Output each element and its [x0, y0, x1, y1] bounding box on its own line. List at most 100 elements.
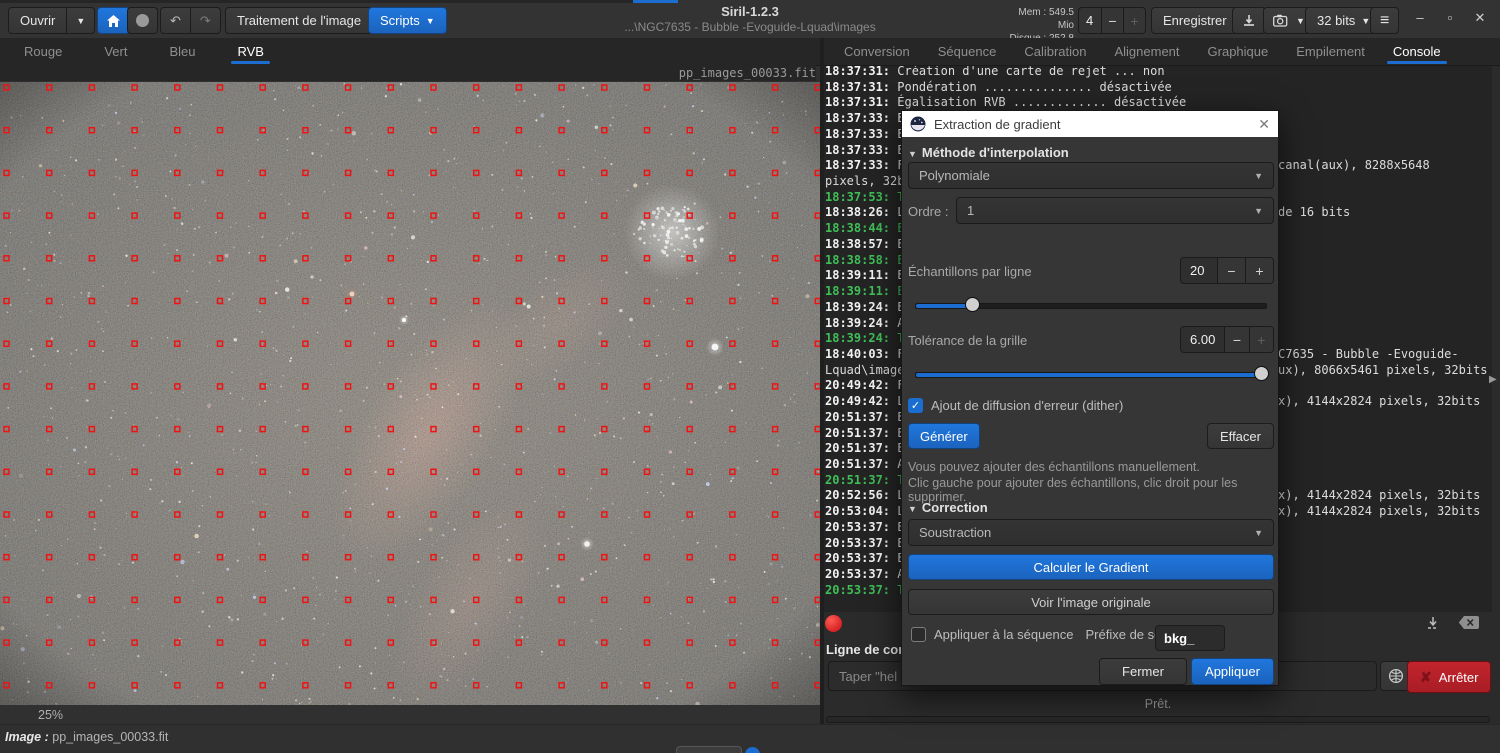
- minimize-button[interactable]: –: [1405, 10, 1435, 26]
- dither-label: Ajout de diffusion d'erreur (dither): [931, 398, 1123, 413]
- tab-calibration[interactable]: Calibration: [1014, 38, 1096, 65]
- tolerance-stepper[interactable]: 6.00 − +: [1180, 326, 1274, 353]
- prefix-input[interactable]: [1155, 625, 1225, 651]
- tab-séquence[interactable]: Séquence: [928, 38, 1007, 65]
- status-led-icon: [825, 615, 842, 632]
- threads-minus-button[interactable]: −: [1101, 8, 1123, 33]
- dither-row[interactable]: ✓ Ajout de diffusion d'erreur (dither): [908, 398, 1123, 413]
- dialog-close-icon[interactable]: ✕: [1258, 116, 1270, 133]
- interpolation-section-header[interactable]: ▼Méthode d'interpolation: [908, 145, 1069, 160]
- console-line-fragment: C7635 - Bubble -Evoguide-: [1278, 346, 1459, 362]
- open-button[interactable]: Ouvrir: [8, 7, 67, 34]
- apply-sequence-row[interactable]: Appliquer à la séquence Préfixe de sorti…: [911, 627, 1187, 642]
- image-status: Image : pp_images_00033.fit: [5, 730, 168, 744]
- record-button[interactable]: [127, 7, 158, 34]
- chevron-down-icon: ▼: [1296, 16, 1305, 26]
- chevron-down-icon: ▼: [76, 16, 85, 26]
- stop-x-icon: ✘: [1420, 669, 1432, 686]
- tab-empilement[interactable]: Empilement: [1286, 38, 1375, 65]
- console-line-fragment: x), 4144x2824 pixels, 32bits: [1278, 487, 1480, 503]
- dialog-apply-button[interactable]: Appliquer: [1191, 658, 1274, 685]
- apply-sequence-label: Appliquer à la séquence: [934, 627, 1074, 642]
- threads-plus-button[interactable]: +: [1123, 8, 1145, 33]
- correction-dropdown[interactable]: Soustraction▼: [908, 519, 1274, 546]
- save-button[interactable]: Enregistrer: [1151, 7, 1239, 34]
- apply-sequence-checkbox[interactable]: [911, 627, 926, 642]
- redo-button[interactable]: ↷: [191, 7, 221, 34]
- tab-rvb[interactable]: RVB: [227, 38, 274, 65]
- samples-minus-button[interactable]: −: [1217, 258, 1245, 283]
- samples-plus-button[interactable]: +: [1245, 258, 1273, 283]
- tab-alignement[interactable]: Alignement: [1104, 38, 1189, 65]
- samples-slider-fill: [916, 304, 972, 308]
- image-canvas[interactable]: [0, 82, 820, 705]
- samples-slider[interactable]: [915, 303, 1267, 309]
- clear-samples-button[interactable]: Effacer: [1207, 423, 1274, 449]
- maximize-button[interactable]: ▫: [1435, 10, 1465, 26]
- starfield-image: [0, 82, 820, 705]
- dialog-titlebar[interactable]: Extraction de gradient ✕: [902, 111, 1278, 137]
- console-line: 18:37:31: Égalisation RVB ............. …: [825, 94, 1491, 110]
- generate-button[interactable]: Générer: [908, 423, 980, 449]
- console-line: 18:37:31: Création d'une carte de rejet …: [825, 66, 1491, 79]
- camera-icon: [1273, 14, 1290, 27]
- hamburger-icon: ≡: [1380, 12, 1389, 30]
- expander-triangle-icon: ▼: [908, 504, 917, 514]
- samples-value: 20: [1181, 258, 1217, 283]
- tab-console[interactable]: Console: [1383, 38, 1451, 65]
- tab-bleu[interactable]: Bleu: [159, 38, 205, 65]
- order-label: Ordre :: [908, 204, 948, 219]
- bottom-partial-widget[interactable]: [676, 746, 742, 753]
- ready-status: Prêt.: [824, 697, 1492, 711]
- dialog-title: Extraction de gradient: [934, 117, 1258, 132]
- tolerance-plus-button[interactable]: +: [1249, 327, 1273, 352]
- tolerance-value: 6.00: [1181, 327, 1224, 352]
- download-icon: [1242, 14, 1256, 28]
- undo-button[interactable]: ↶: [160, 7, 191, 34]
- console-line-fragment: de 16 bits: [1278, 204, 1350, 220]
- order-dropdown[interactable]: 1▼: [956, 197, 1274, 224]
- tolerance-label: Tolérance de la grille: [908, 333, 1027, 348]
- interpolation-dropdown[interactable]: Polynomiale▼: [908, 162, 1274, 189]
- channel-tabbar: Rouge Vert Bleu RVB: [0, 38, 820, 66]
- samples-stepper[interactable]: 20 − +: [1180, 257, 1274, 284]
- stop-button[interactable]: ✘ Arrêter: [1407, 661, 1491, 693]
- dither-checkbox[interactable]: ✓: [908, 398, 923, 413]
- home-button[interactable]: [97, 7, 130, 34]
- home-icon: [106, 14, 121, 28]
- dialog-close-button[interactable]: Fermer: [1099, 658, 1187, 685]
- open-dropdown-button[interactable]: ▼: [67, 7, 95, 34]
- clear-console-button[interactable]: [1458, 615, 1480, 633]
- workflow-tabbar: Conversion Séquence Calibration Alignement G…: [824, 38, 1500, 66]
- tolerance-slider-handle[interactable]: [1254, 366, 1269, 381]
- progress-bar: [826, 716, 1490, 723]
- tolerance-slider[interactable]: [915, 372, 1267, 378]
- siril-window: Ouvrir ▼ ↶ ↷ Traitement de l'image▼ Scri…: [0, 0, 1500, 753]
- expander-triangle-icon: ▼: [908, 149, 917, 159]
- compute-gradient-button[interactable]: Calculer le Gradient: [908, 554, 1274, 580]
- chevron-down-icon: ▼: [1254, 206, 1263, 216]
- save-as-button[interactable]: [1232, 7, 1266, 34]
- samples-slider-handle[interactable]: [965, 297, 980, 312]
- tab-vert[interactable]: Vert: [94, 38, 137, 65]
- samples-label: Échantillons par ligne: [908, 264, 1032, 279]
- tab-graphique[interactable]: Graphique: [1198, 38, 1279, 65]
- close-button[interactable]: ✕: [1465, 10, 1495, 26]
- tab-rouge[interactable]: Rouge: [14, 38, 72, 65]
- correction-section-header[interactable]: ▼Correction: [908, 500, 988, 515]
- export-log-button[interactable]: [1424, 614, 1442, 635]
- chevron-down-icon: ▼: [1254, 171, 1263, 181]
- image-status-value: pp_images_00033.fit: [52, 730, 168, 744]
- record-dot-icon: [136, 14, 149, 27]
- hamburger-menu-button[interactable]: ≡: [1370, 7, 1399, 34]
- threads-stepper[interactable]: 4 − +: [1078, 7, 1146, 34]
- tolerance-minus-button[interactable]: −: [1224, 327, 1248, 352]
- console-line-fragment: x), 4144x2824 pixels, 32bits: [1278, 503, 1480, 519]
- scroll-right-arrow-icon[interactable]: ▶: [1489, 374, 1497, 385]
- scripts-menu-button[interactable]: Scripts▼: [368, 7, 447, 34]
- console-line-fragment: ux), 8066x5461 pixels, 32bits: [1278, 362, 1488, 378]
- image-processing-menu-button[interactable]: Traitement de l'image▼: [225, 7, 388, 34]
- tab-conversion[interactable]: Conversion: [834, 38, 920, 65]
- tolerance-slider-fill: [916, 373, 1266, 377]
- view-original-button[interactable]: Voir l'image originale: [908, 589, 1274, 615]
